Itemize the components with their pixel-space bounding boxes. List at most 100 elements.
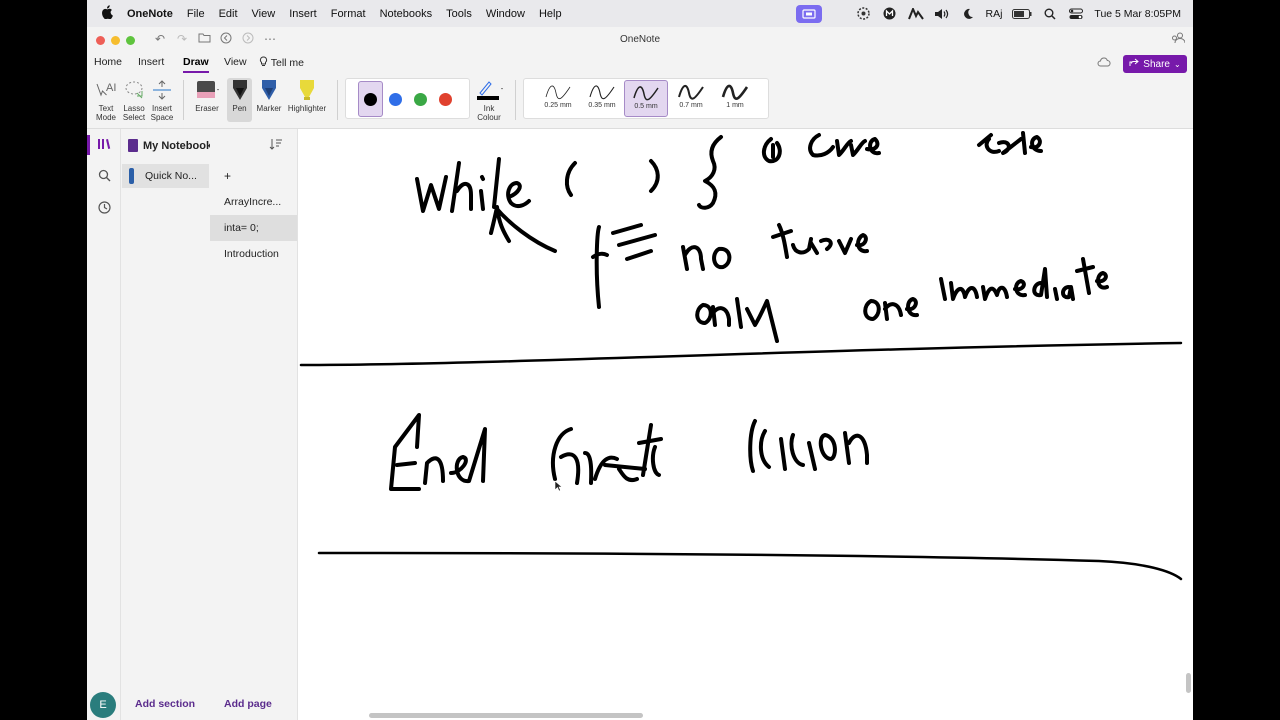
color-swatch-blue[interactable]: [389, 93, 402, 106]
tab-insert[interactable]: Insert: [138, 56, 164, 68]
color-swatch-green[interactable]: [414, 93, 427, 106]
insert-space-button[interactable]: Insert Space: [149, 78, 175, 122]
insert-space-label-1: Insert: [151, 104, 172, 113]
adobe-icon[interactable]: [907, 6, 924, 22]
menu-view[interactable]: View: [252, 8, 276, 20]
mouse-pointer-icon: [554, 479, 563, 497]
eraser-label: Eraser: [195, 104, 219, 113]
draw-ribbon: AI Text Mode Lasso Select Insert Space E…: [87, 74, 1193, 129]
menu-file[interactable]: File: [187, 8, 205, 20]
ink-stroke: [681, 245, 705, 271]
recent-clock-icon[interactable]: [96, 201, 112, 217]
status-menus: RAj Tue 5 Mar 8:05PM: [795, 0, 1181, 27]
screen-share-icon[interactable]: [795, 4, 822, 23]
ink-colour-label-1: Ink: [483, 104, 495, 113]
ink-line: [317, 551, 1183, 581]
add-page-button[interactable]: Add page: [224, 698, 272, 710]
share-button[interactable]: Share ⌄: [1123, 55, 1187, 73]
people-icon[interactable]: [1171, 32, 1186, 47]
ribbon-divider: [337, 80, 338, 120]
highlighter-label: Highlighter: [287, 104, 327, 113]
pen-thickness-gallery: 0.25 mm 0.35 mm 0.5 mm 0.7 mm 1 mm: [523, 78, 769, 119]
menu-notebooks[interactable]: Notebooks: [380, 8, 433, 20]
color-swatch-black[interactable]: [364, 93, 377, 106]
menu-tools[interactable]: Tools: [446, 8, 472, 20]
section-item[interactable]: Quick No...: [122, 164, 209, 188]
spotlight-search-icon[interactable]: [1042, 6, 1058, 22]
share-label: Share: [1143, 58, 1170, 70]
thickness-option[interactable]: 1 mm: [713, 80, 757, 117]
menu-insert[interactable]: Insert: [289, 8, 317, 20]
eraser-button[interactable]: Eraser: [192, 78, 222, 113]
tab-view[interactable]: View: [224, 56, 247, 68]
ink-drawing: [299, 131, 1183, 581]
color-swatch-red[interactable]: [439, 93, 452, 106]
add-section-button[interactable]: Add section: [135, 698, 195, 710]
thickness-option-selected[interactable]: 0.5 mm: [624, 80, 668, 117]
page-item-selected[interactable]: inta= 0;: [210, 215, 297, 241]
ink-stroke: [389, 413, 421, 491]
lasso-icon: [121, 78, 147, 102]
volume-icon[interactable]: [934, 6, 950, 22]
menu-edit[interactable]: Edit: [219, 8, 238, 20]
highlighter-button[interactable]: Highlighter: [285, 78, 329, 113]
eraser-icon: [192, 78, 222, 102]
ink-stroke: [564, 161, 577, 197]
lasso-select-button[interactable]: Lasso Select: [121, 78, 147, 122]
thickness-label: 0.7 mm: [679, 102, 703, 109]
loom-icon[interactable]: [856, 6, 872, 22]
apple-icon[interactable]: [101, 5, 115, 22]
thickness-option[interactable]: 0.35 mm: [580, 80, 624, 117]
sort-pages-icon[interactable]: [269, 138, 283, 153]
marker-icon: [255, 78, 283, 102]
lightbulb-icon: [259, 56, 271, 69]
menu-format[interactable]: Format: [331, 8, 366, 20]
thickness-option[interactable]: 0.25 mm: [536, 80, 580, 117]
tell-me[interactable]: Tell me: [259, 56, 304, 69]
add-page-plus-button[interactable]: +: [210, 163, 297, 189]
chevron-down-icon: ⌄: [1173, 59, 1181, 69]
battery-icon[interactable]: [1012, 6, 1032, 22]
page-item[interactable]: ArrayIncre...: [210, 189, 297, 215]
ribbon-divider: [515, 80, 516, 120]
text-mode-label-2: Mode: [95, 113, 116, 122]
clock[interactable]: Tue 5 Mar 8:05PM: [1094, 8, 1181, 20]
sync-cloud-icon[interactable]: [1097, 57, 1111, 70]
menu-bar: OneNote File Edit View Insert Format Not…: [87, 0, 1193, 27]
ribbon-divider: [183, 80, 184, 120]
menu-app-name[interactable]: OneNote: [127, 8, 173, 20]
thickness-label: 0.35 mm: [588, 102, 616, 109]
ink-colour-icon: [473, 78, 505, 102]
marker-button[interactable]: Marker: [255, 78, 283, 113]
ink-colour-button[interactable]: Ink Colour: [473, 78, 505, 122]
horizontal-scrollbar[interactable]: [369, 713, 643, 718]
notebooks-icon[interactable]: [96, 137, 112, 153]
vertical-scrollbar[interactable]: [1186, 673, 1191, 693]
malwarebytes-icon[interactable]: [882, 6, 898, 22]
focus-moon-icon[interactable]: [960, 6, 976, 22]
ink-stroke: [697, 135, 723, 210]
user-name[interactable]: RAj: [986, 8, 1003, 20]
control-center-icon[interactable]: [1068, 6, 1084, 22]
pen-button[interactable]: Pen: [227, 78, 252, 122]
search-icon[interactable]: [96, 169, 112, 185]
ink-stroke: [977, 131, 1043, 155]
menu-help[interactable]: Help: [539, 8, 562, 20]
ink-line: [299, 341, 1183, 367]
page-item[interactable]: Introduction: [210, 241, 297, 267]
ink-stroke: [450, 161, 473, 213]
sections-pane: My Notebook ⌄ Quick No... Add section: [121, 129, 225, 720]
ink-stroke: [649, 159, 660, 193]
tab-draw[interactable]: Draw: [183, 56, 209, 73]
section-color-tab: [129, 168, 134, 184]
tab-home[interactable]: Home: [94, 56, 122, 68]
page-canvas[interactable]: [299, 129, 1193, 720]
thickness-option[interactable]: 0.7 mm: [669, 80, 713, 117]
text-mode-button[interactable]: AI Text Mode: [93, 78, 119, 122]
avatar[interactable]: E: [90, 692, 116, 718]
menu-window[interactable]: Window: [486, 8, 525, 20]
ink-stroke: [492, 157, 501, 209]
ink-stroke: [423, 427, 487, 485]
ink-stroke: [489, 205, 557, 253]
ink-stroke: [591, 225, 609, 309]
